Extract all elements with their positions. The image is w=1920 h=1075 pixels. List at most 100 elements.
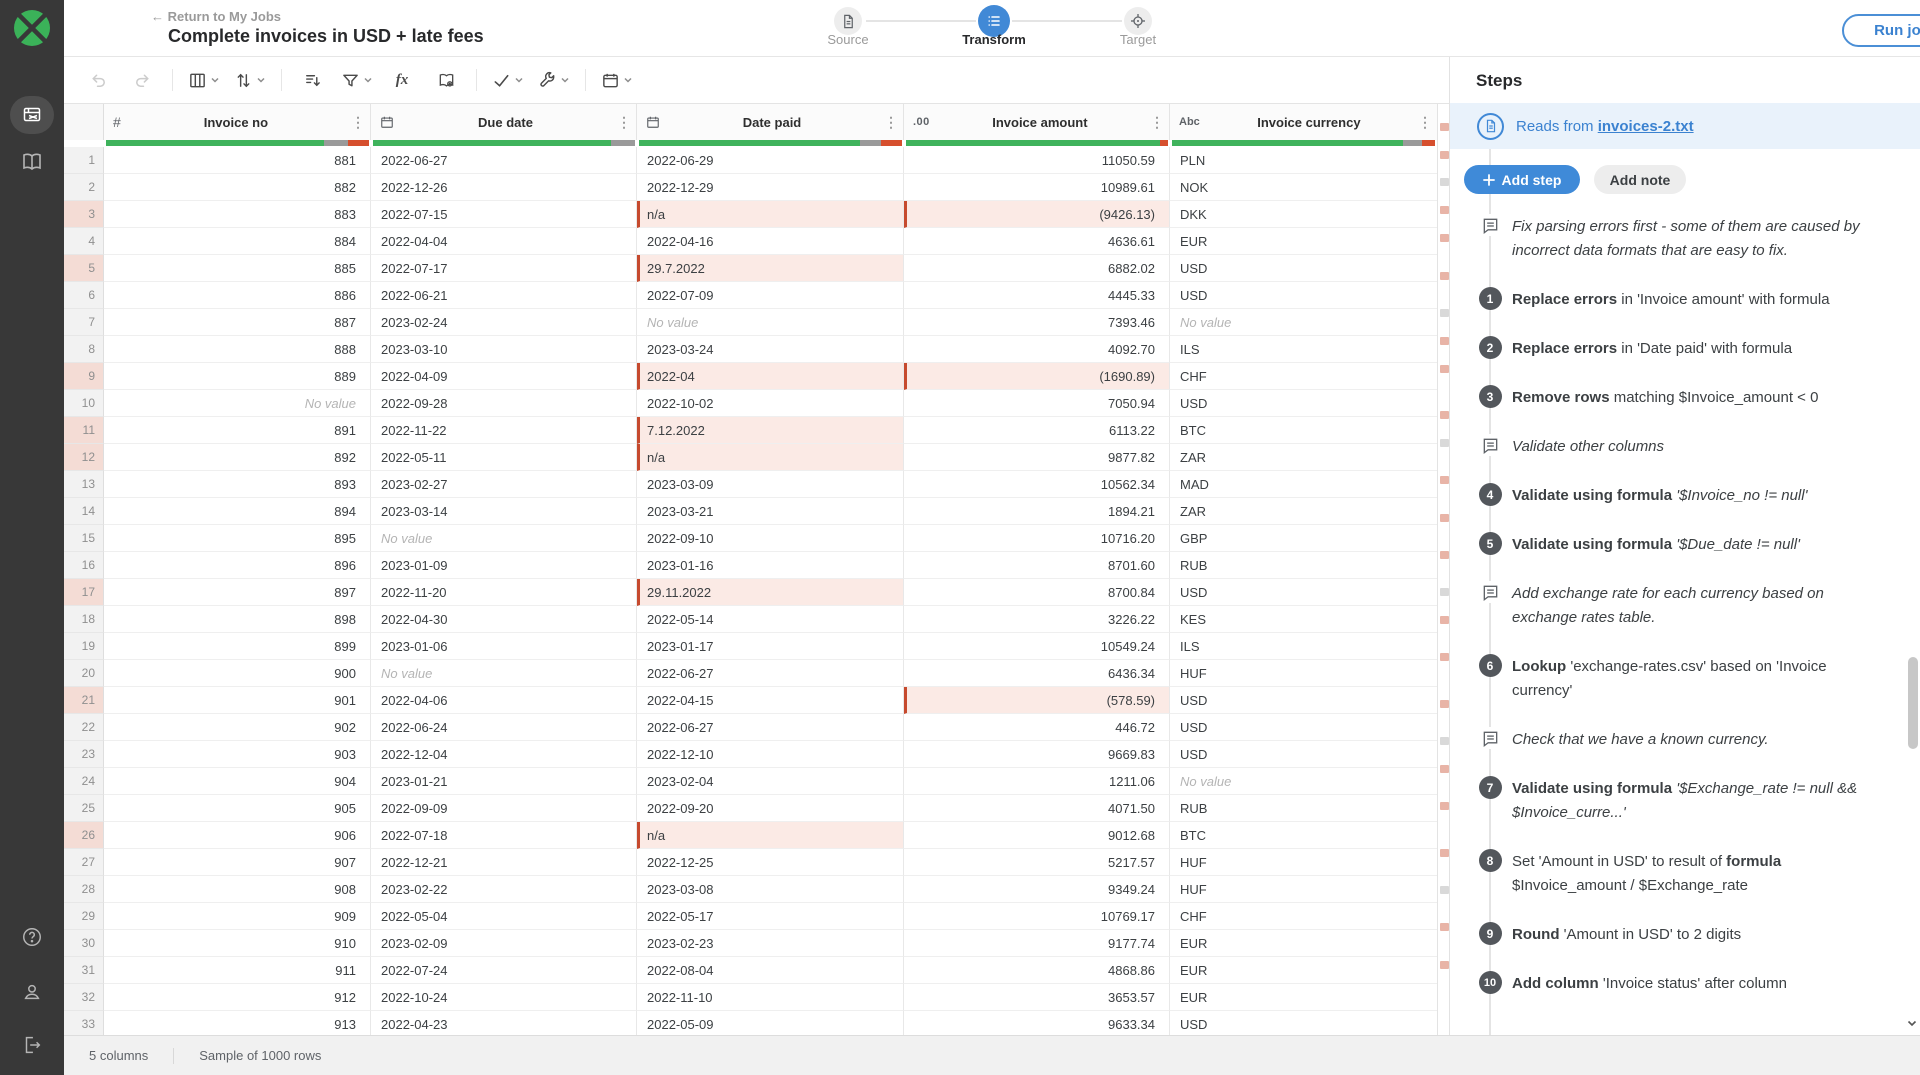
cell-invoice-amount[interactable]: 11050.59: [904, 147, 1170, 174]
cell-date-paid[interactable]: 2023-03-08: [637, 876, 904, 903]
row-number[interactable]: 21: [64, 687, 104, 714]
cell-due-date[interactable]: 2022-04-04: [371, 228, 637, 255]
lookup-book-icon[interactable]: [431, 65, 461, 95]
cell-invoice-amount[interactable]: 5217.57: [904, 849, 1170, 876]
cell-due-date[interactable]: 2022-05-04: [371, 903, 637, 930]
cell-date-paid[interactable]: 7.12.2022: [637, 417, 904, 444]
cell-due-date[interactable]: 2022-07-24: [371, 957, 637, 984]
cell-invoice-no[interactable]: 887: [104, 309, 371, 336]
cell-date-paid[interactable]: 2022-08-04: [637, 957, 904, 984]
cell-due-date[interactable]: 2022-11-20: [371, 579, 637, 606]
row-number[interactable]: 26: [64, 822, 104, 849]
cell-invoice-no[interactable]: 909: [104, 903, 371, 930]
cell-invoice-no[interactable]: 910: [104, 930, 371, 957]
row-number[interactable]: 27: [64, 849, 104, 876]
cell-invoice-no[interactable]: 911: [104, 957, 371, 984]
row-number[interactable]: 24: [64, 768, 104, 795]
cell-due-date[interactable]: 2023-03-14: [371, 498, 637, 525]
cell-invoice-currency[interactable]: RUB: [1170, 795, 1437, 822]
cell-invoice-amount[interactable]: 9877.82: [904, 444, 1170, 471]
cell-invoice-no[interactable]: 883: [104, 201, 371, 228]
row-number[interactable]: 1: [64, 147, 104, 174]
cell-invoice-no[interactable]: 902: [104, 714, 371, 741]
scroll-down-icon[interactable]: [1906, 1017, 1918, 1029]
column-header-due-date[interactable]: Due date ⋮: [371, 104, 637, 140]
row-number[interactable]: 14: [64, 498, 104, 525]
cell-date-paid[interactable]: 2022-04: [637, 363, 904, 390]
cell-invoice-currency[interactable]: ILS: [1170, 336, 1437, 363]
formula-icon[interactable]: fx: [387, 65, 417, 95]
row-number[interactable]: 23: [64, 741, 104, 768]
row-number[interactable]: 17: [64, 579, 104, 606]
step-item[interactable]: 4Validate using formula '$Invoice_no != …: [1450, 483, 1920, 508]
cell-invoice-currency[interactable]: No value: [1170, 309, 1437, 336]
cell-invoice-amount[interactable]: 6436.34: [904, 660, 1170, 687]
row-number[interactable]: 9: [64, 363, 104, 390]
cell-invoice-no[interactable]: 895: [104, 525, 371, 552]
row-number[interactable]: 29: [64, 903, 104, 930]
row-number[interactable]: 6: [64, 282, 104, 309]
sort-icon[interactable]: [234, 65, 266, 95]
cell-invoice-amount[interactable]: 8700.84: [904, 579, 1170, 606]
row-number[interactable]: 10: [64, 390, 104, 417]
step-item[interactable]: 9Round 'Amount in USD' to 2 digits: [1450, 922, 1920, 947]
cell-invoice-no[interactable]: 904: [104, 768, 371, 795]
sidebar-item-logout[interactable]: [20, 1033, 44, 1057]
cell-due-date[interactable]: 2023-01-06: [371, 633, 637, 660]
cell-invoice-currency[interactable]: ZAR: [1170, 498, 1437, 525]
cell-invoice-currency[interactable]: EUR: [1170, 984, 1437, 1011]
column-header-invoice-currency[interactable]: Abc Invoice currency ⋮: [1170, 104, 1437, 140]
step-item[interactable]: 2Replace errors in 'Date paid' with form…: [1450, 336, 1920, 361]
cell-invoice-currency[interactable]: NOK: [1170, 174, 1437, 201]
cell-invoice-no[interactable]: 894: [104, 498, 371, 525]
column-header-invoice-no[interactable]: # Invoice no ⋮: [104, 104, 371, 140]
row-number[interactable]: 20: [64, 660, 104, 687]
cell-due-date[interactable]: 2022-04-23: [371, 1011, 637, 1035]
cell-invoice-no[interactable]: 897: [104, 579, 371, 606]
cell-date-paid[interactable]: 2022-06-27: [637, 714, 904, 741]
column-menu-icon[interactable]: ⋮: [617, 114, 631, 131]
cell-due-date[interactable]: 2022-07-18: [371, 822, 637, 849]
cell-invoice-no[interactable]: 900: [104, 660, 371, 687]
cell-invoice-currency[interactable]: CHF: [1170, 903, 1437, 930]
cell-invoice-amount[interactable]: 10989.61: [904, 174, 1170, 201]
cell-invoice-amount[interactable]: 10716.20: [904, 525, 1170, 552]
cell-due-date[interactable]: 2023-01-09: [371, 552, 637, 579]
cell-invoice-currency[interactable]: RUB: [1170, 552, 1437, 579]
row-number[interactable]: 22: [64, 714, 104, 741]
row-number[interactable]: 15: [64, 525, 104, 552]
cell-invoice-no[interactable]: 889: [104, 363, 371, 390]
cell-date-paid[interactable]: 2022-12-25: [637, 849, 904, 876]
cell-invoice-no[interactable]: 901: [104, 687, 371, 714]
cell-date-paid[interactable]: 29.11.2022: [637, 579, 904, 606]
cell-due-date[interactable]: 2022-10-24: [371, 984, 637, 1011]
cell-invoice-no[interactable]: 912: [104, 984, 371, 1011]
cell-due-date[interactable]: 2023-02-09: [371, 930, 637, 957]
note-item[interactable]: Add exchange rate for each currency base…: [1450, 581, 1920, 630]
cell-invoice-currency[interactable]: ZAR: [1170, 444, 1437, 471]
note-item[interactable]: Validate other columns: [1450, 434, 1920, 459]
filter-icon[interactable]: [341, 65, 373, 95]
cell-invoice-no[interactable]: 896: [104, 552, 371, 579]
cell-due-date[interactable]: 2023-03-10: [371, 336, 637, 363]
row-number[interactable]: 5: [64, 255, 104, 282]
cell-date-paid[interactable]: 2022-04-16: [637, 228, 904, 255]
cell-due-date[interactable]: 2023-01-21: [371, 768, 637, 795]
column-header-invoice-amount[interactable]: .00 Invoice amount ⋮: [904, 104, 1170, 140]
step-item[interactable]: 1Replace errors in 'Invoice amount' with…: [1450, 287, 1920, 312]
cell-invoice-amount[interactable]: 4636.61: [904, 228, 1170, 255]
cell-invoice-no[interactable]: 906: [104, 822, 371, 849]
step-item[interactable]: 6Lookup 'exchange-rates.csv' based on 'I…: [1450, 654, 1920, 703]
cell-invoice-amount[interactable]: 4445.33: [904, 282, 1170, 309]
cell-invoice-amount[interactable]: 7050.94: [904, 390, 1170, 417]
cell-invoice-no[interactable]: 893: [104, 471, 371, 498]
cell-due-date[interactable]: 2023-02-22: [371, 876, 637, 903]
row-number[interactable]: 30: [64, 930, 104, 957]
step-item[interactable]: 10Add column 'Invoice status' after colu…: [1450, 971, 1920, 996]
cell-invoice-no[interactable]: 898: [104, 606, 371, 633]
cell-due-date[interactable]: 2022-09-09: [371, 795, 637, 822]
cell-invoice-amount[interactable]: 1894.21: [904, 498, 1170, 525]
cell-invoice-no[interactable]: 885: [104, 255, 371, 282]
redo-icon[interactable]: [127, 65, 157, 95]
cell-date-paid[interactable]: 2023-03-24: [637, 336, 904, 363]
